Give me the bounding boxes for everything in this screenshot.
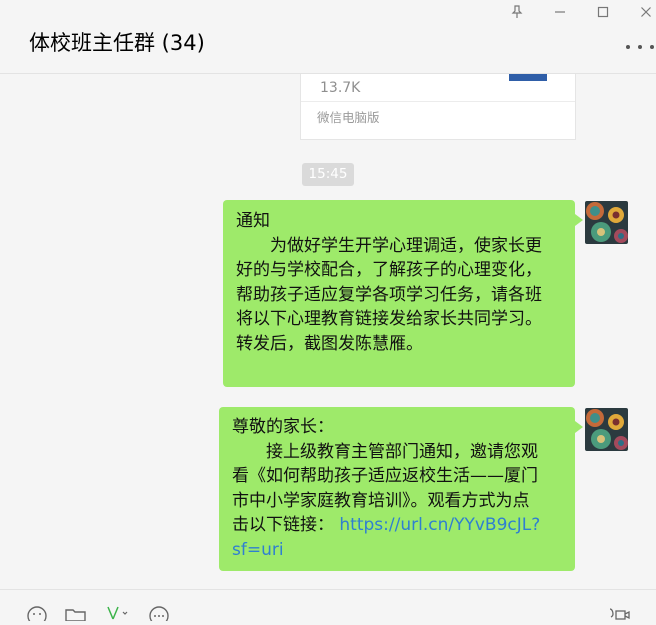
message-bubble-notice[interactable]: 通知 为做好学生开学心理调适，使家长更 好的与学校配合，了解孩子的心理变化， 帮… [223, 200, 583, 387]
video-call-icon[interactable] [608, 605, 632, 621]
divider [301, 101, 575, 102]
folder-icon[interactable] [64, 605, 88, 622]
maximize-icon[interactable] [594, 4, 612, 20]
message-link-continued[interactable]: sf=uri [232, 538, 563, 563]
chat-title: 体校班主任群 (34) [29, 31, 205, 55]
message-line: 尊敬的家长： [232, 417, 334, 437]
message-line: 看《如何帮助孩子适应返校生活——厦门 [232, 466, 538, 486]
message-line: 帮助孩子适应复学各项学习任务，请各班 [236, 284, 542, 305]
pin-icon[interactable] [508, 4, 526, 20]
close-icon[interactable] [637, 4, 655, 20]
emoji-icon[interactable] [26, 605, 50, 625]
scissors-icon[interactable] [104, 605, 128, 621]
minimize-icon[interactable] [551, 4, 569, 20]
avatar[interactable] [585, 408, 628, 451]
message-line: 好的与学校配合，了解孩子的心理变化， [236, 260, 542, 280]
chat-bubble-icon[interactable] [147, 605, 171, 625]
avatar[interactable] [585, 201, 628, 244]
file-size: 13.7K [320, 80, 361, 96]
message-timestamp: 15:45 [302, 163, 354, 186]
message-line: 将以下心理教育链接发给家长共同学习。 [236, 309, 542, 329]
chat-header: 体校班主任群 (34) [0, 0, 656, 74]
file-message-card[interactable]: 13.7K 微信电脑版 [300, 74, 576, 140]
file-type-icon [509, 74, 547, 81]
file-source: 微信电脑版 [317, 110, 380, 125]
message-link-line: 击以下链接： https://url.cn/YYvB9cJL? [232, 513, 563, 538]
message-bubble-invitation[interactable]: 尊敬的家长： 接上级教育主管部门通知，邀请您观 看《如何帮助孩子适应返校生活——… [219, 407, 583, 571]
message-line: 市中小学家庭教育培训》。观看方式为点 [232, 490, 530, 511]
link-prefix: 击以下链接： [232, 515, 334, 535]
message-line: 为做好学生开学心理调适，使家长更 [236, 235, 542, 256]
message-area[interactable]: 13.7K 微信电脑版 15:45 通知 为做好学生开学心理调适，使家长更 好的… [0, 74, 656, 588]
more-options-icon[interactable] [626, 43, 654, 51]
message-line: 通知 [236, 211, 270, 231]
input-toolbar [0, 589, 656, 625]
message-link[interactable]: https://url.cn/YYvB9cJL? [339, 515, 540, 535]
message-line: 转发后，截图发陈慧雁。 [236, 333, 423, 354]
message-line: 接上级教育主管部门通知，邀请您观 [232, 441, 538, 462]
